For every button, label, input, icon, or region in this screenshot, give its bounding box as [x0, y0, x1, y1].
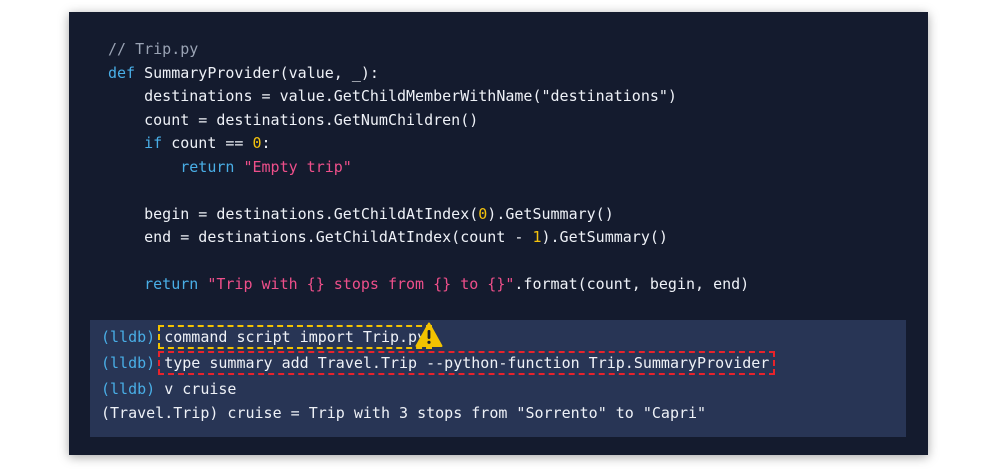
code-token: if [144, 134, 163, 152]
code-token: ).GetSummary() [541, 228, 668, 246]
code-block: // Trip.py def SummaryProvider(value, _):… [108, 38, 1000, 297]
code-token: begin = destinations.GetChildAtIndex( [108, 204, 479, 223]
code-token: destinations = value.GetChildMemberWithN… [108, 87, 542, 105]
code-token: count == [162, 134, 253, 152]
code-line: count = destinations.GetNumChildren() [108, 109, 1000, 133]
code-token: def [108, 63, 136, 82]
code-token: SummaryProvider(value, _): [135, 63, 379, 82]
code-line: end = destinations.GetChildAtIndex(count… [108, 226, 1000, 250]
code-token: return [180, 157, 235, 176]
lldb-prompt: (lldb) [101, 354, 156, 372]
code-line: def SummaryProvider(value, _): [108, 62, 1000, 86]
console-line-3: (lldb) v cruise [101, 378, 236, 400]
type-summary-command-highlight: type summary add Travel.Trip --python-fu… [158, 351, 776, 375]
code-line: return "Empty trip" [108, 156, 1000, 180]
code-token: "Empty trip" [243, 157, 352, 176]
console-line-1: (lldb) command script import Trip.py [101, 325, 433, 349]
code-token: "destinations" [541, 87, 668, 105]
lldb-prompt: (lldb) [101, 380, 156, 398]
code-token: end = destinations.GetChildAtIndex(count… [108, 228, 533, 246]
code-line: destinations = value.GetChildMemberWithN… [108, 85, 1000, 109]
code-line: begin = destinations.GetChildAtIndex(0).… [108, 203, 1000, 227]
import-command-highlight: command script import Trip.py [158, 325, 433, 349]
code-token: "Trip with {} stops from {} to {}" [207, 275, 515, 293]
code-token: // Trip.py [108, 40, 199, 58]
console-line-2: (lldb) type summary add Travel.Trip --py… [101, 351, 776, 375]
warning-icon [415, 322, 443, 347]
code-token: : [261, 134, 271, 152]
code-token: ).GetSummary() [487, 204, 614, 223]
code-token: 0 [252, 134, 262, 152]
code-token: return [144, 275, 199, 293]
v-command: v cruise [164, 380, 237, 398]
code-token: ) [667, 87, 677, 105]
console-output: (Travel.Trip) cruise = Trip with 3 stops… [101, 404, 707, 422]
code-token: count = destinations.GetNumChildren() [108, 110, 479, 129]
code-token: 0 [478, 204, 488, 223]
code-line: return "Trip with {} stops from {} to {}… [108, 273, 1000, 297]
code-line: // Trip.py [108, 38, 1000, 62]
lldb-prompt: (lldb) [101, 328, 156, 346]
code-token: .format(count, begin, end) [514, 275, 750, 293]
code-line: if count == 0: [108, 132, 1000, 156]
